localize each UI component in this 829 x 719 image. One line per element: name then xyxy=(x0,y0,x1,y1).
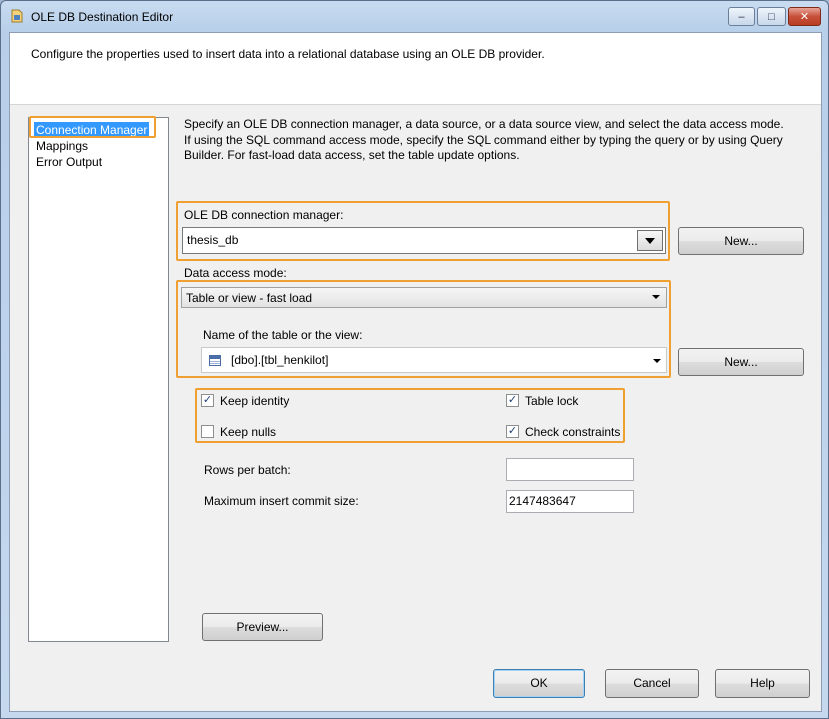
minimize-button[interactable]: – xyxy=(728,7,755,26)
max-commit-size-label: Maximum insert commit size: xyxy=(204,494,359,508)
check-constraints-checkbox[interactable]: ✓ xyxy=(506,425,519,438)
max-commit-size-value: 2147483647 xyxy=(509,494,576,508)
table-view-label: Name of the table or the view: xyxy=(203,328,363,342)
window-title: OLE DB Destination Editor xyxy=(31,10,174,24)
keep-identity-label: Keep identity xyxy=(220,394,290,408)
new-table-button[interactable]: New... xyxy=(678,348,804,376)
cancel-button[interactable]: Cancel xyxy=(605,669,699,698)
help-button[interactable]: Help xyxy=(715,669,810,698)
nav-item-error-output[interactable]: Error Output xyxy=(34,154,104,170)
page-navigation-list[interactable]: Connection Manager Mappings Error Output xyxy=(28,117,169,642)
header-description: Configure the properties used to insert … xyxy=(31,47,545,61)
dialog-client-area: Configure the properties used to insert … xyxy=(9,32,822,712)
preview-button[interactable]: Preview... xyxy=(202,613,323,641)
connection-manager-label: OLE DB connection manager: xyxy=(184,208,344,222)
title-bar[interactable]: OLE DB Destination Editor – □ ✕ xyxy=(1,1,828,31)
keep-nulls-checkbox[interactable] xyxy=(201,425,214,438)
page-description: Specify an OLE DB connection manager, a … xyxy=(184,117,784,162)
header-panel: Configure the properties used to insert … xyxy=(10,33,821,105)
maximize-button[interactable]: □ xyxy=(757,7,786,26)
chevron-down-icon xyxy=(653,359,661,363)
table-icon xyxy=(209,355,221,366)
data-access-mode-dropdown[interactable]: Table or view - fast load xyxy=(181,287,667,308)
table-lock-label: Table lock xyxy=(525,394,579,408)
table-view-dropdown[interactable]: [dbo].[tbl_henkilot] xyxy=(201,347,667,373)
rows-per-batch-input[interactable] xyxy=(506,458,634,481)
chevron-down-icon[interactable] xyxy=(637,230,663,251)
connection-manager-dropdown[interactable]: thesis_db xyxy=(182,227,666,254)
keep-identity-checkbox[interactable]: ✓ xyxy=(201,394,214,407)
connection-manager-value: thesis_db xyxy=(187,233,239,247)
rows-per-batch-label: Rows per batch: xyxy=(204,463,291,477)
chevron-down-icon xyxy=(652,295,660,299)
table-view-value: [dbo].[tbl_henkilot] xyxy=(231,353,329,367)
nav-item-connection-manager[interactable]: Connection Manager xyxy=(34,122,150,138)
table-lock-checkbox[interactable]: ✓ xyxy=(506,394,519,407)
check-constraints-label: Check constraints xyxy=(525,425,621,439)
ssis-component-icon xyxy=(11,9,23,23)
ole-db-destination-editor-window: OLE DB Destination Editor – □ ✕ Configur… xyxy=(0,0,829,719)
new-connection-button[interactable]: New... xyxy=(678,227,804,255)
nav-item-mappings[interactable]: Mappings xyxy=(34,138,90,154)
close-button[interactable]: ✕ xyxy=(788,7,821,26)
max-commit-size-input[interactable]: 2147483647 xyxy=(506,490,634,513)
data-access-mode-value: Table or view - fast load xyxy=(186,291,313,305)
data-access-mode-label: Data access mode: xyxy=(184,266,287,280)
keep-nulls-label: Keep nulls xyxy=(220,425,277,439)
ok-button[interactable]: OK xyxy=(493,669,585,698)
